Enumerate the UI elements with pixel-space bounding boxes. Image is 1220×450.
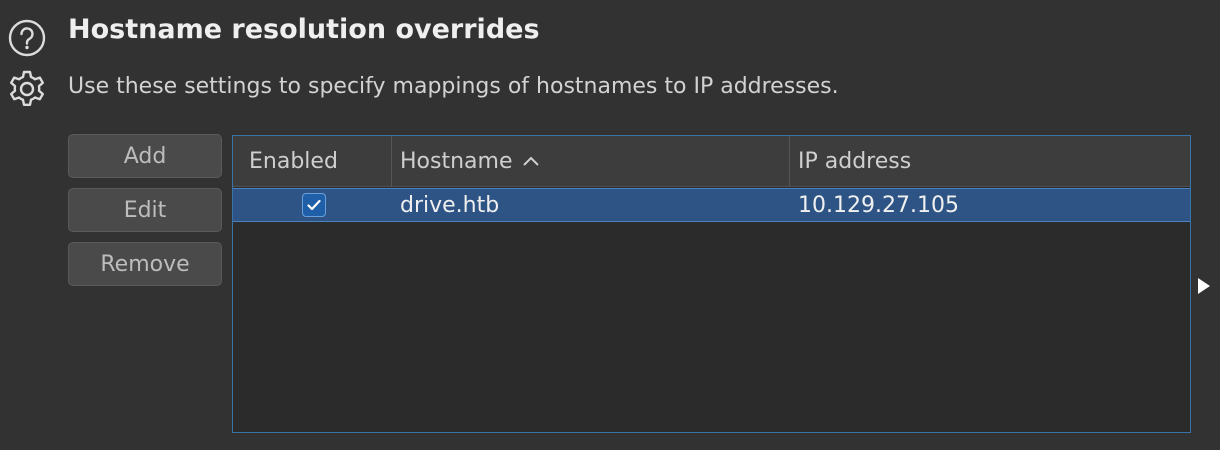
- enabled-checkbox[interactable]: [301, 193, 326, 217]
- ip-address-cell: 10.129.27.105: [798, 192, 959, 218]
- section-description: Use these settings to specify mappings o…: [68, 74, 839, 99]
- help-icon[interactable]: [7, 18, 47, 58]
- section-title: Hostname resolution overrides: [68, 14, 540, 45]
- column-header-label: IP address: [798, 148, 912, 174]
- remove-button[interactable]: Remove: [68, 242, 222, 286]
- enabled-cell: [233, 189, 392, 221]
- chevron-up-icon: [523, 156, 540, 166]
- column-header-label: Enabled: [249, 148, 338, 174]
- add-button[interactable]: Add: [68, 134, 222, 178]
- checkmark-icon: [306, 199, 321, 211]
- hostname-overrides-table[interactable]: Enabled Hostname IP address drive.htb 10…: [232, 135, 1191, 433]
- column-header-ip-address[interactable]: IP address: [790, 136, 1190, 186]
- table-row[interactable]: drive.htb 10.129.27.105: [233, 188, 1190, 222]
- column-header-enabled[interactable]: Enabled: [233, 136, 392, 186]
- gear-icon[interactable]: [6, 68, 48, 110]
- right-triangle-arrow-icon[interactable]: [1196, 277, 1212, 295]
- hostname-cell: drive.htb: [400, 192, 500, 218]
- column-header-hostname[interactable]: Hostname: [392, 136, 790, 186]
- table-header: Enabled Hostname IP address: [233, 136, 1190, 187]
- edit-button[interactable]: Edit: [68, 188, 222, 232]
- column-header-label: Hostname: [400, 148, 513, 174]
